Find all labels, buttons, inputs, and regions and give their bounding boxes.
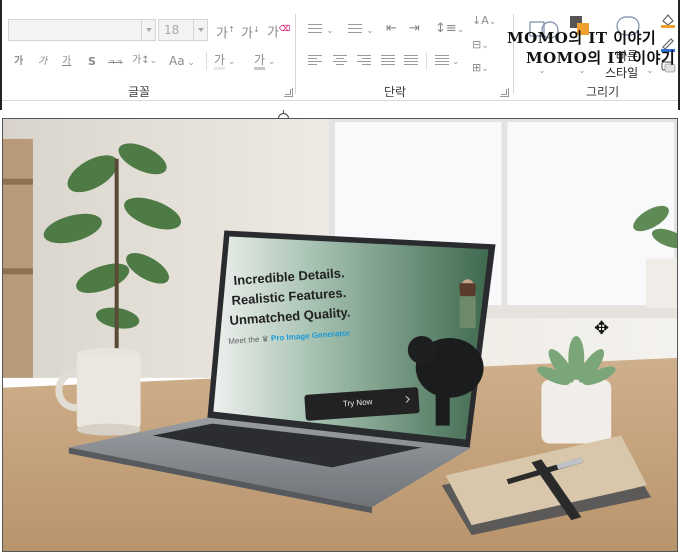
bold-button[interactable]: 가	[14, 55, 23, 69]
chevron-down-icon[interactable]	[193, 20, 207, 40]
font-color-button[interactable]: 가 ⌄	[254, 53, 275, 70]
character-spacing-button[interactable]: 가↕⌄	[132, 54, 157, 68]
grow-font-button[interactable]: 가↑	[216, 23, 235, 41]
font-size-value: 18	[164, 23, 180, 37]
distributed-icon[interactable]	[404, 55, 418, 67]
font-size-combo[interactable]: 18	[158, 19, 208, 41]
decrease-indent-icon[interactable]: ⇤	[386, 22, 397, 36]
paragraph-group-label: 단락	[384, 85, 407, 99]
smartart-icon[interactable]: ⊞⌄	[472, 61, 489, 76]
font-name-combo[interactable]	[8, 19, 156, 41]
overlay-title-2: MOMO의 IT 이야기	[526, 49, 676, 67]
increase-indent-icon[interactable]: ⇥	[409, 22, 420, 36]
columns-icon[interactable]	[435, 55, 449, 67]
strikethrough-button[interactable]: ㅋㅋ	[108, 56, 123, 70]
divider	[426, 52, 427, 70]
dialog-launcher-icon[interactable]	[284, 88, 293, 97]
font-group-label: 글꼴	[128, 85, 151, 99]
shape-fill-icon[interactable]	[660, 12, 676, 28]
slide-canvas[interactable]: Incredible Details. Realistic Features. …	[0, 110, 680, 554]
underline-button[interactable]: 가	[62, 55, 71, 69]
quick-styles-label-2: 스타일	[605, 66, 639, 80]
shrink-font-button[interactable]: 가↓	[241, 23, 260, 41]
chevron-down-icon[interactable]: ⌄	[326, 24, 334, 38]
bullets-icon[interactable]	[308, 24, 322, 36]
line-spacing-icon[interactable]: ↕≡⌄	[435, 22, 464, 37]
dialog-launcher-icon[interactable]	[500, 88, 509, 97]
quick-styles-label-1: 빠른	[616, 49, 639, 63]
numbering-icon[interactable]	[348, 24, 362, 36]
highlight-button[interactable]: 가 ⌄	[214, 53, 235, 70]
align-text-icon[interactable]: ⊟⌄	[472, 38, 489, 53]
font-group: 18 가↑ 가↓ 가⌫ 가 가 가 S ㅋㅋ 가↕⌄ Aa ⌄ 가 ⌄ 가 ⌄ …	[2, 0, 294, 100]
justify-icon[interactable]	[381, 55, 395, 67]
text-direction-icon[interactable]: ↓A⌄	[472, 14, 496, 29]
align-left-icon[interactable]	[308, 55, 322, 67]
italic-button[interactable]: 가	[38, 55, 47, 69]
align-center-icon[interactable]	[333, 55, 347, 67]
selected-image[interactable]: Incredible Details. Realistic Features. …	[2, 118, 678, 552]
divider	[206, 52, 207, 70]
ribbon: 18 가↑ 가↓ 가⌫ 가 가 가 S ㅋㅋ 가↕⌄ Aa ⌄ 가 ⌄ 가 ⌄ …	[0, 0, 680, 110]
overlay-title-1: MOMO의 IT 이야기	[507, 29, 657, 47]
change-case-button[interactable]: Aa ⌄	[169, 54, 195, 70]
move-cursor-icon: ✥	[594, 318, 610, 339]
ribbon-bottom-border	[2, 100, 678, 101]
chevron-down-icon[interactable]	[141, 20, 155, 40]
chevron-down-icon[interactable]: ⌄	[452, 55, 460, 69]
shadow-button[interactable]: S	[88, 55, 96, 69]
clear-format-button[interactable]: 가⌫	[267, 22, 290, 40]
drawing-group-label: 그리기	[586, 85, 620, 99]
align-right-icon[interactable]	[357, 55, 371, 67]
paragraph-group: ⌄ ⌄ ⇤ ⇥ ↕≡⌄ ↓A⌄ ⊟⌄ ⊞⌄ ⌄ 단락	[296, 0, 512, 100]
chevron-down-icon[interactable]: ⌄	[366, 24, 374, 38]
